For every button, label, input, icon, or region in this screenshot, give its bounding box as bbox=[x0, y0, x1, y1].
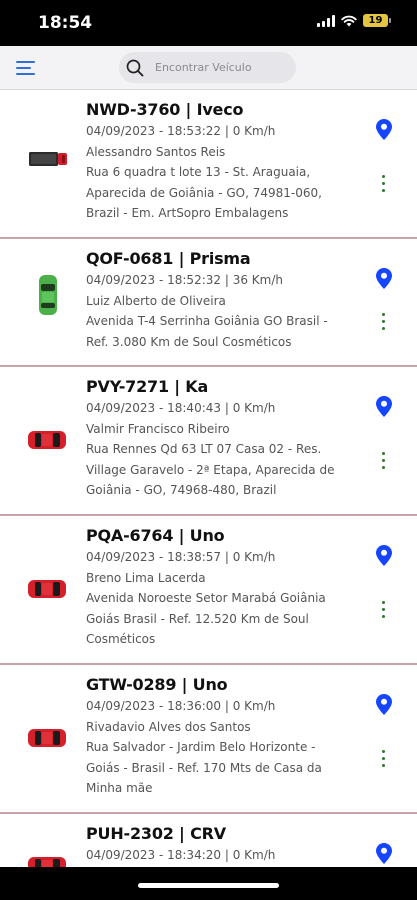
vehicle-timestamp-speed: 04/09/2023 - 18:53:22 | 0 Km/h bbox=[86, 124, 276, 138]
vehicle-info: GTW-0289 | Uno 04/09/2023 - 18:36:00 | 0 … bbox=[86, 674, 361, 799]
vehicle-info: PUH-2302 | CRV 04/09/2023 - 18:34:20 | 0 … bbox=[86, 823, 361, 867]
vehicle-address: Brazil - Em. ArtSopro Embalagens bbox=[86, 206, 289, 220]
app-header bbox=[0, 46, 417, 90]
more-options-icon[interactable] bbox=[381, 750, 386, 767]
location-pin-icon[interactable] bbox=[376, 545, 392, 571]
more-options-icon[interactable] bbox=[381, 313, 386, 330]
menu-button[interactable] bbox=[16, 61, 35, 75]
vehicle-info: QOF-0681 | Prisma 04/09/2023 - 18:52:32 |… bbox=[86, 248, 361, 352]
vehicle-card[interactable]: GTW-0289 | Uno 04/09/2023 - 18:36:00 | 0 … bbox=[0, 665, 417, 814]
search-bar[interactable] bbox=[119, 52, 296, 83]
location-pin-icon[interactable] bbox=[376, 694, 392, 720]
location-pin-icon[interactable] bbox=[376, 843, 392, 867]
status-time: 18:54 bbox=[38, 13, 93, 33]
home-indicator[interactable] bbox=[138, 883, 279, 888]
vehicle-address: Goiás Brasil - Ref. 12.520 Km de Soul bbox=[86, 611, 309, 626]
menu-icon bbox=[16, 61, 35, 63]
vehicle-list[interactable]: NWD-3760 | Iveco 04/09/2023 - 18:53:22 | … bbox=[0, 90, 417, 867]
vehicle-address: Minha mãe bbox=[86, 781, 153, 795]
location-pin-icon[interactable] bbox=[376, 268, 392, 294]
vehicle-address: Rua Salvador - Jardim Belo Horizonte - bbox=[86, 740, 316, 754]
vehicle-driver: Alessandro Santos Reis bbox=[86, 144, 226, 159]
search-icon bbox=[126, 59, 144, 76]
search-input[interactable] bbox=[155, 61, 285, 74]
vehicle-title: QOF-0681 | Prisma bbox=[86, 249, 251, 268]
vehicle-address: Village Garavelo - 2ª Etapa, Aparecida d… bbox=[86, 462, 335, 477]
vehicle-driver: Valmir Francisco Ribeiro bbox=[86, 421, 230, 436]
vehicle-address: Ref. 3.080 Km de Soul Cosméticos bbox=[86, 334, 292, 349]
vehicle-timestamp-speed: 04/09/2023 - 18:52:32 | 36 Km/h bbox=[86, 273, 283, 287]
car-icon bbox=[38, 275, 58, 320]
battery-icon: 19 bbox=[363, 14, 391, 27]
vehicle-info: NWD-3760 | Iveco 04/09/2023 - 18:53:22 | … bbox=[86, 99, 361, 224]
location-pin-icon[interactable] bbox=[376, 396, 392, 422]
home-bar bbox=[0, 867, 417, 900]
vehicle-title: PUH-2302 | CRV bbox=[86, 824, 226, 843]
vehicle-driver: Luiz Alberto de Oliveira bbox=[86, 293, 226, 308]
vehicle-title: PVY-7271 | Ka bbox=[86, 377, 209, 396]
vehicle-card[interactable]: QOF-0681 | Prisma 04/09/2023 - 18:52:32 |… bbox=[0, 239, 417, 367]
vehicle-title: GTW-0289 | Uno bbox=[86, 675, 228, 694]
status-bar: 18:54 19 bbox=[0, 0, 417, 46]
truck-icon bbox=[29, 151, 67, 172]
vehicle-info: PQA-6764 | Uno 04/09/2023 - 18:38:57 | 0 … bbox=[86, 525, 361, 650]
vehicle-driver: Rivadavio Alves dos Santos bbox=[86, 719, 251, 734]
vehicle-address: Rua 6 quadra t lote 13 - St. Araguaia, bbox=[86, 165, 311, 179]
vehicle-title: PQA-6764 | Uno bbox=[86, 526, 225, 545]
vehicle-address: Goiânia - GO, 74968-480, Brazil bbox=[86, 483, 277, 497]
car-icon bbox=[28, 856, 66, 867]
vehicle-driver: Breno Lima Lacerda bbox=[86, 570, 206, 585]
vehicle-card[interactable]: NWD-3760 | Iveco 04/09/2023 - 18:53:22 | … bbox=[0, 90, 417, 239]
vehicle-address: Avenida T-4 Serrinha Goiânia GO Brasil - bbox=[86, 314, 328, 328]
vehicle-card[interactable]: PQA-6764 | Uno 04/09/2023 - 18:38:57 | 0 … bbox=[0, 516, 417, 665]
status-icons: 19 bbox=[317, 14, 391, 27]
vehicle-info: PVY-7271 | Ka 04/09/2023 - 18:40:43 | 0 K… bbox=[86, 376, 361, 501]
signal-icon bbox=[317, 14, 335, 27]
car-icon bbox=[28, 430, 66, 455]
vehicle-address: Goiás - Brasil - Ref. 170 Mts de Casa da bbox=[86, 760, 322, 775]
vehicle-timestamp-speed: 04/09/2023 - 18:36:00 | 0 Km/h bbox=[86, 699, 276, 713]
more-options-icon[interactable] bbox=[381, 452, 386, 469]
car-icon bbox=[28, 579, 66, 604]
wifi-icon bbox=[341, 15, 357, 26]
vehicle-title: NWD-3760 | Iveco bbox=[86, 100, 244, 119]
vehicle-address: Cosméticos bbox=[86, 632, 156, 646]
vehicle-timestamp-speed: 04/09/2023 - 18:40:43 | 0 Km/h bbox=[86, 401, 276, 415]
vehicle-address: Aparecida de Goiânia - GO, 74981-060, bbox=[86, 185, 322, 200]
more-options-icon[interactable] bbox=[381, 601, 386, 618]
location-pin-icon[interactable] bbox=[376, 119, 392, 145]
vehicle-card[interactable]: PUH-2302 | CRV 04/09/2023 - 18:34:20 | 0 … bbox=[0, 814, 417, 867]
car-icon bbox=[28, 728, 66, 753]
vehicle-address: Rua Rennes Qd 63 LT 07 Casa 02 - Res. bbox=[86, 442, 322, 456]
battery-level: 19 bbox=[363, 14, 388, 27]
vehicle-card[interactable]: PVY-7271 | Ka 04/09/2023 - 18:40:43 | 0 K… bbox=[0, 367, 417, 516]
vehicle-address: Avenida Noroeste Setor Marabá Goiânia bbox=[86, 591, 326, 605]
vehicle-timestamp-speed: 04/09/2023 - 18:38:57 | 0 Km/h bbox=[86, 550, 276, 564]
vehicle-timestamp-speed: 04/09/2023 - 18:34:20 | 0 Km/h bbox=[86, 848, 276, 862]
more-options-icon[interactable] bbox=[381, 175, 386, 192]
